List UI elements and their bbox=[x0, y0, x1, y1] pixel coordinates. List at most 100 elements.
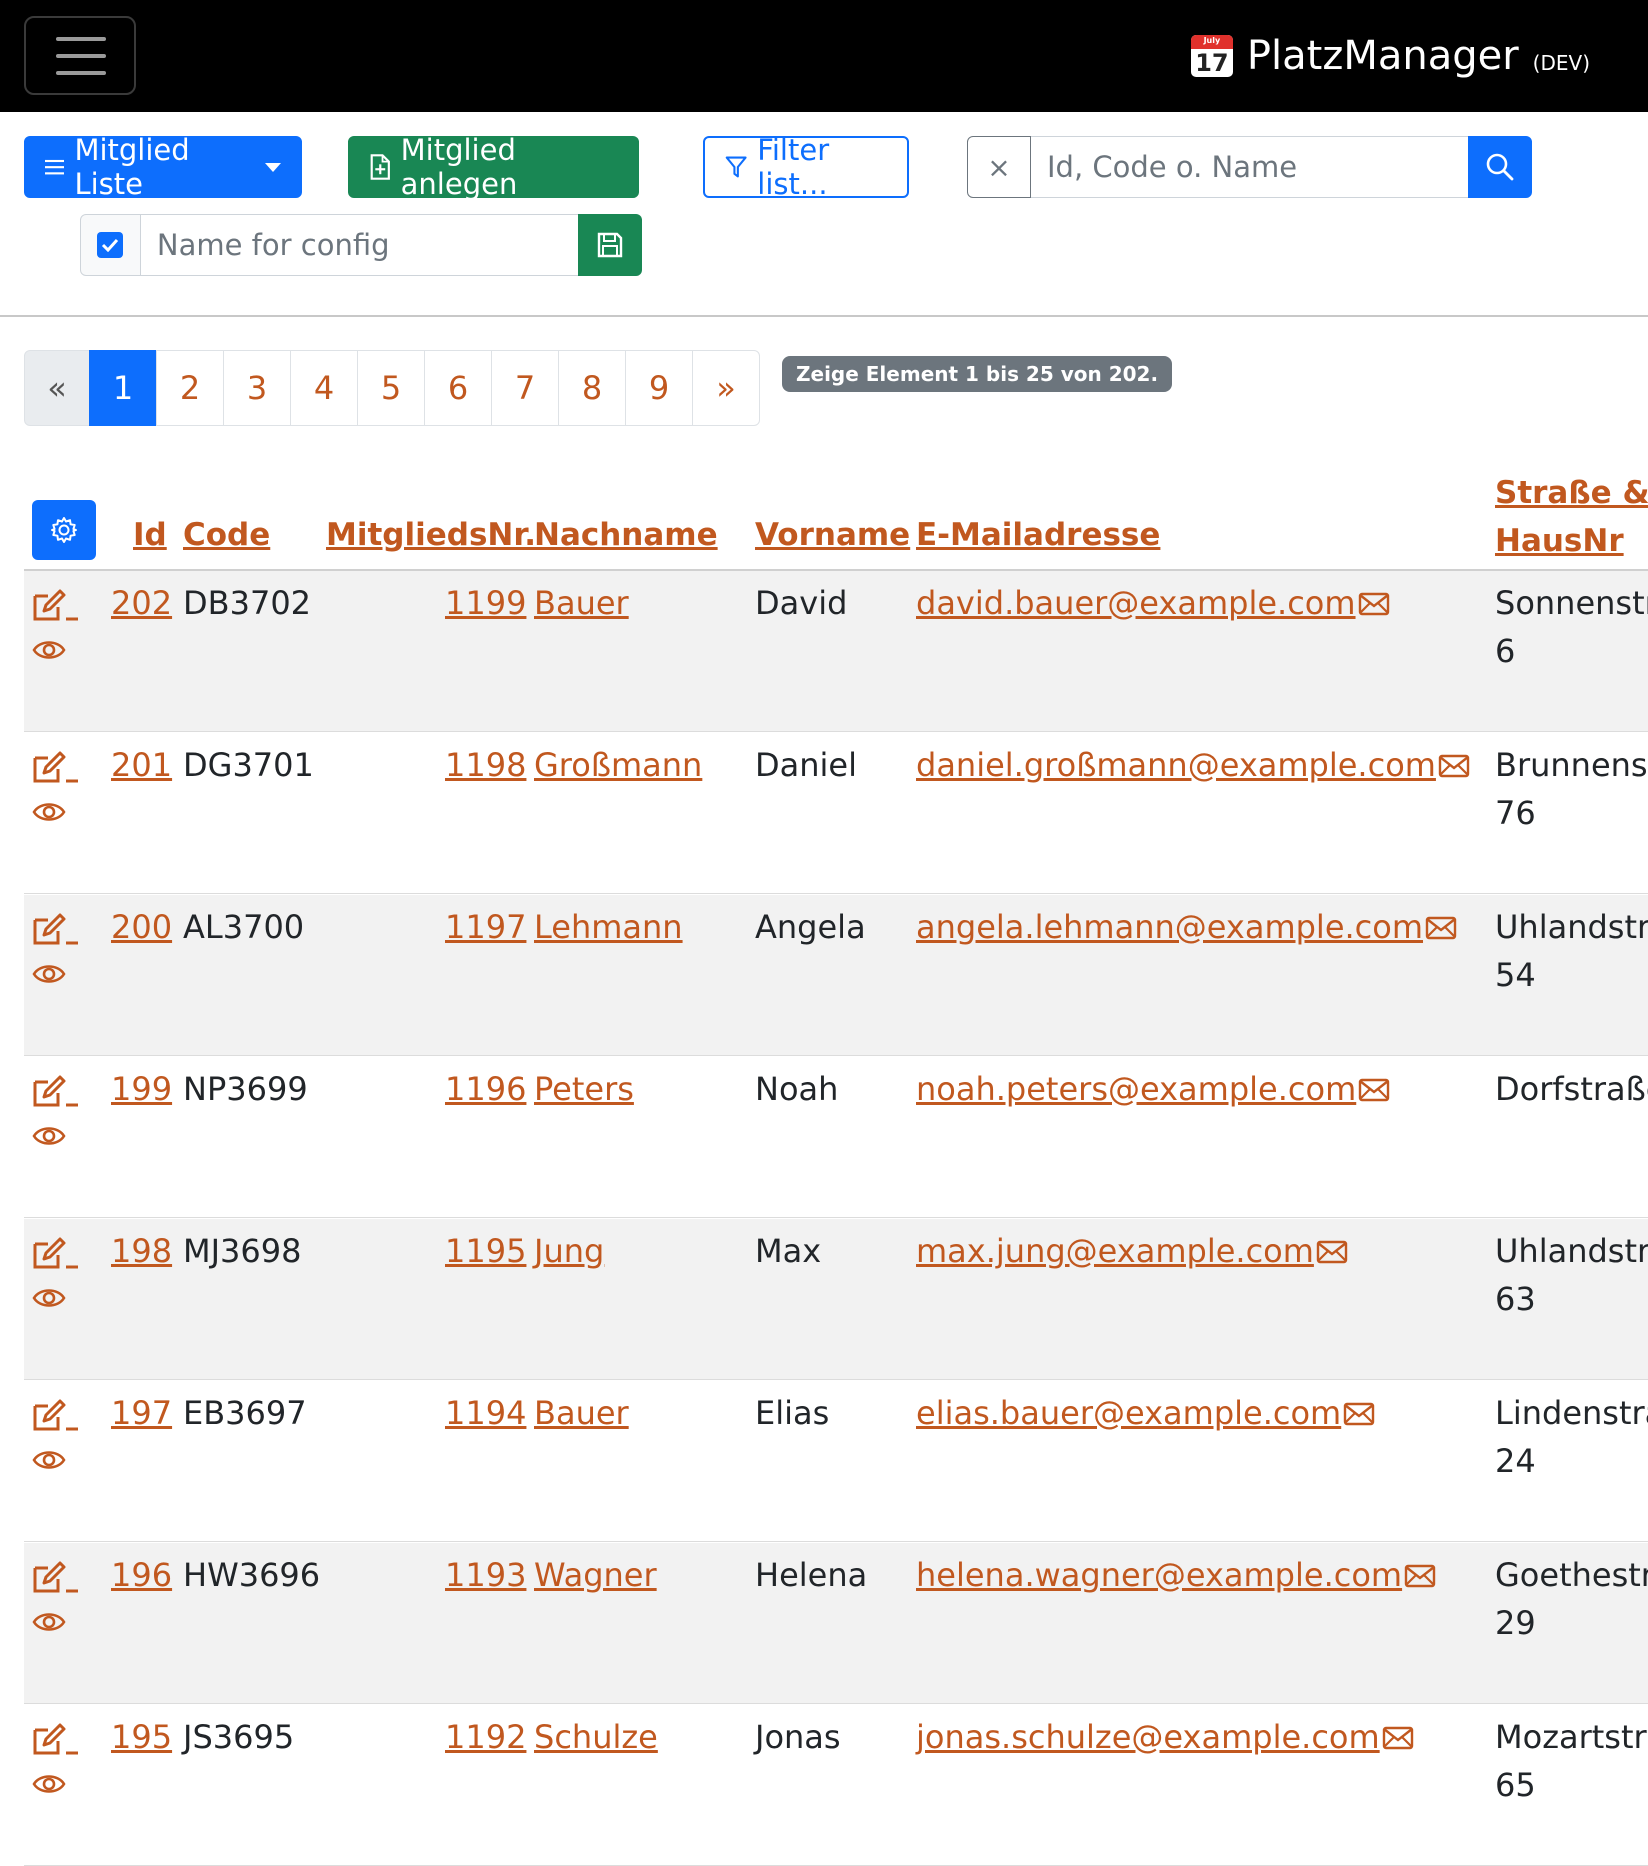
cell-id[interactable]: 196 bbox=[111, 1551, 172, 1599]
col-header-id[interactable]: Id bbox=[133, 517, 167, 553]
envelope-icon[interactable] bbox=[1438, 743, 1470, 791]
cell-nachname[interactable]: Bauer bbox=[534, 1389, 629, 1437]
col-header-nachname[interactable]: Nachname bbox=[534, 517, 718, 553]
cell-id[interactable]: 200 bbox=[111, 903, 172, 951]
cell-vorname: Max bbox=[755, 1232, 822, 1270]
menu-toggle-button[interactable] bbox=[24, 16, 136, 95]
edit-icon[interactable] bbox=[32, 587, 82, 623]
page-9[interactable]: 9 bbox=[625, 350, 693, 426]
page-3[interactable]: 3 bbox=[223, 350, 291, 426]
cell-id[interactable]: 197 bbox=[111, 1389, 172, 1437]
search-button[interactable] bbox=[1468, 136, 1532, 198]
envelope-icon[interactable] bbox=[1425, 905, 1457, 953]
cell-nachname[interactable]: Bauer bbox=[534, 579, 629, 627]
envelope-icon[interactable] bbox=[1316, 1229, 1348, 1277]
cell-mitgliedsnr[interactable]: 1194 bbox=[445, 1389, 526, 1437]
col-header-mitgliedsnr[interactable]: MitgliedsNr. bbox=[326, 517, 536, 553]
col-header-strasse[interactable]: Straße & HausNr bbox=[1495, 469, 1648, 565]
env-label: (DEV) bbox=[1532, 51, 1590, 75]
email-link[interactable]: daniel.großmann@example.com bbox=[916, 746, 1436, 784]
edit-icon[interactable] bbox=[32, 1073, 82, 1109]
brand[interactable]: July 17 PlatzManager (DEV) bbox=[1190, 30, 1590, 82]
page-next[interactable]: » bbox=[692, 350, 760, 426]
edit-icon[interactable] bbox=[32, 1721, 82, 1757]
search-input[interactable] bbox=[1031, 136, 1468, 198]
cell-mitgliedsnr[interactable]: 1195 bbox=[445, 1227, 526, 1275]
cell-nachname[interactable]: Großmann bbox=[534, 741, 702, 789]
cell-id[interactable]: 195 bbox=[111, 1713, 172, 1761]
chevron-down-icon bbox=[265, 162, 281, 172]
email-link[interactable]: noah.peters@example.com bbox=[916, 1070, 1356, 1108]
page-7[interactable]: 7 bbox=[491, 350, 559, 426]
cell-id[interactable]: 202 bbox=[111, 579, 172, 627]
column-settings-button[interactable] bbox=[32, 500, 96, 560]
page-4[interactable]: 4 bbox=[290, 350, 358, 426]
eye-icon[interactable] bbox=[32, 1771, 66, 1797]
cell-mitgliedsnr[interactable]: 1197 bbox=[445, 903, 526, 951]
col-header-email[interactable]: E-Mailadresse bbox=[916, 517, 1160, 553]
edit-icon[interactable] bbox=[32, 911, 82, 947]
page-1[interactable]: 1 bbox=[89, 350, 157, 426]
cell-mitgliedsnr[interactable]: 1196 bbox=[445, 1065, 526, 1113]
page-6[interactable]: 6 bbox=[424, 350, 492, 426]
page-5[interactable]: 5 bbox=[357, 350, 425, 426]
config-checkbox[interactable] bbox=[97, 232, 124, 258]
cell-mitgliedsnr[interactable]: 1193 bbox=[445, 1551, 526, 1599]
eye-icon[interactable] bbox=[32, 1609, 66, 1635]
edit-icon[interactable] bbox=[32, 1559, 82, 1595]
page-prev[interactable]: « bbox=[24, 350, 90, 426]
eye-icon[interactable] bbox=[32, 1123, 66, 1149]
create-member-button[interactable]: Mitglied anlegen bbox=[348, 133, 639, 201]
filter-list-button[interactable]: Filter list... bbox=[703, 133, 909, 201]
email-link[interactable]: helena.wagner@example.com bbox=[916, 1556, 1402, 1594]
cell-mitgliedsnr[interactable]: 1198 bbox=[445, 741, 526, 789]
edit-icon[interactable] bbox=[32, 1397, 82, 1433]
cell-code: DG3701 bbox=[183, 746, 314, 784]
cell-vorname: Helena bbox=[755, 1556, 868, 1594]
table-row: 195 JS3695 1192 Schulze Jonas jonas.schulze@e… bbox=[24, 1705, 1648, 1866]
edit-icon[interactable] bbox=[32, 749, 82, 785]
eye-icon[interactable] bbox=[32, 1447, 66, 1473]
eye-icon[interactable] bbox=[32, 961, 66, 987]
cell-mitgliedsnr[interactable]: 1199 bbox=[445, 579, 526, 627]
cell-nachname[interactable]: Peters bbox=[534, 1065, 634, 1113]
cell-id[interactable]: 198 bbox=[111, 1227, 172, 1275]
eye-icon[interactable] bbox=[32, 799, 66, 825]
clear-search-button[interactable]: × bbox=[967, 136, 1031, 198]
pagination: « 1 2 3 4 5 6 7 8 9 » bbox=[24, 350, 760, 426]
edit-icon[interactable] bbox=[32, 1235, 82, 1271]
envelope-icon[interactable] bbox=[1358, 581, 1390, 629]
cell-nachname[interactable]: Schulze bbox=[534, 1713, 658, 1761]
email-link[interactable]: max.jung@example.com bbox=[916, 1232, 1314, 1270]
table-row: 201 DG3701 1198 Großmann Daniel daniel.großma… bbox=[24, 733, 1648, 894]
cell-nachname[interactable]: Jung bbox=[534, 1227, 604, 1275]
eye-icon[interactable] bbox=[32, 1285, 66, 1311]
cell-hausnr: 54 bbox=[1495, 956, 1536, 994]
email-link[interactable]: jonas.schulze@example.com bbox=[916, 1718, 1380, 1756]
config-name-input[interactable] bbox=[140, 214, 579, 276]
member-list-dropdown-button[interactable]: Mitglied Liste bbox=[24, 133, 302, 201]
cell-strasse: Uhlandstra bbox=[1495, 1232, 1648, 1270]
envelope-icon[interactable] bbox=[1382, 1715, 1414, 1763]
cell-nachname[interactable]: Lehmann bbox=[534, 903, 683, 951]
envelope-icon[interactable] bbox=[1343, 1391, 1375, 1439]
col-header-code[interactable]: Code bbox=[183, 517, 270, 553]
cell-id[interactable]: 199 bbox=[111, 1065, 172, 1113]
col-header-vorname[interactable]: Vorname bbox=[755, 517, 910, 553]
email-link[interactable]: david.bauer@example.com bbox=[916, 584, 1356, 622]
cell-nachname[interactable]: Wagner bbox=[534, 1551, 657, 1599]
envelope-icon[interactable] bbox=[1358, 1067, 1390, 1115]
cell-mitgliedsnr[interactable]: 1192 bbox=[445, 1713, 526, 1761]
page-8[interactable]: 8 bbox=[558, 350, 626, 426]
file-plus-icon bbox=[370, 154, 390, 180]
save-config-button[interactable] bbox=[578, 214, 642, 276]
table-row: 199 NP3699 1196 Peters Noah noah.peters@examp… bbox=[24, 1057, 1648, 1218]
page-2[interactable]: 2 bbox=[156, 350, 224, 426]
eye-icon[interactable] bbox=[32, 637, 66, 663]
email-link[interactable]: elias.bauer@example.com bbox=[916, 1394, 1341, 1432]
envelope-icon[interactable] bbox=[1404, 1553, 1436, 1601]
cell-email: max.jung@example.com bbox=[916, 1227, 1348, 1277]
list-icon bbox=[45, 159, 65, 175]
email-link[interactable]: angela.lehmann@example.com bbox=[916, 908, 1423, 946]
cell-id[interactable]: 201 bbox=[111, 741, 172, 789]
